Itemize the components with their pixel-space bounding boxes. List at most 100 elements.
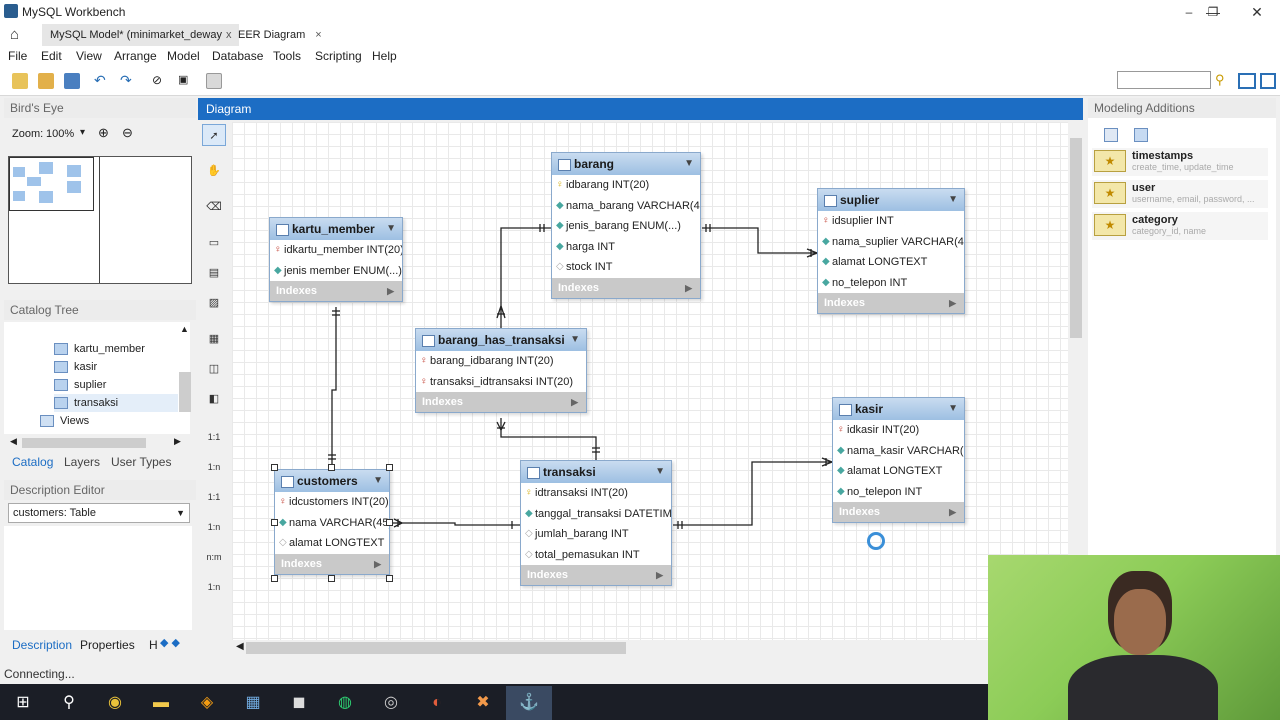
collapse-arrow-icon[interactable]: ▼ [655,461,665,483]
intellij-icon[interactable]: ◼ [276,686,322,720]
resize-handle[interactable] [271,464,278,471]
column-row[interactable]: ◆ no_telepon INT [833,482,964,503]
column-row[interactable]: ♀ barang_idbarang INT(20) [416,351,586,372]
column-row[interactable]: ♀ idsuplier INT [818,211,964,232]
collapse-arrow-icon[interactable]: ▼ [948,398,958,420]
column-row[interactable]: ◇ stock INT [552,257,700,278]
column-row[interactable]: ◇ alamat LONGTEXT [275,533,389,554]
mysql-workbench-taskbar-icon[interactable]: ⚓ [506,686,552,720]
er-table-kasir[interactable]: kasir ▼ ♀ idkasir INT(20) ◆ nama_kasir VARC… [832,397,965,523]
resize-handle[interactable] [271,519,278,526]
table-header[interactable]: kasir ▼ [833,398,964,420]
not-null-icon: ◆ [822,276,830,288]
collapse-arrow-icon[interactable]: ▼ [570,329,580,351]
table-header[interactable]: customers ▼ [275,470,389,492]
expand-arrow-icon[interactable]: ▶ [387,281,394,301]
collapse-arrow-icon[interactable]: ▼ [948,189,958,211]
column-label: nama VARCHAR(45) [289,516,389,529]
app-icon[interactable]: ▦ [230,686,276,720]
resize-handle[interactable] [386,464,393,471]
er-table-transaksi[interactable]: transaksi ▼ ♀ idtransaksi INT(20) ◆ tanggal… [520,460,672,586]
indexes-section[interactable]: Indexes ▶ [818,293,964,313]
nullable-icon: ◇ [556,261,564,272]
table-header[interactable]: suplier ▼ [818,189,964,211]
table-header[interactable]: barang ▼ [552,153,700,175]
search-icon[interactable]: ⚲ [46,686,92,720]
column-label: no_telepon INT [832,276,908,289]
column-label: no_telepon INT [847,485,923,498]
obs-icon[interactable]: ◎ [368,686,414,720]
primary-key-icon: ♀ [279,496,287,507]
collapse-arrow-icon[interactable]: ▼ [684,153,694,175]
column-row[interactable]: ♀ idcustomers INT(20) [275,492,389,513]
expand-arrow-icon[interactable]: ▶ [571,392,578,412]
snippet-folder-icon[interactable] [1134,128,1148,142]
column-row[interactable]: ♀ idkartu_member INT(20) [270,240,402,261]
resize-handle[interactable] [271,575,278,582]
column-row[interactable]: ◆ jenis_barang ENUM(...) [552,216,700,237]
vscroll-thumb[interactable] [1070,138,1082,338]
indexes-section[interactable]: Indexes ▶ [552,277,700,298]
column-row[interactable]: ◆ no_telepon INT [818,273,964,294]
indexes-section[interactable]: Indexes ▶ [833,502,964,522]
scroll-left-icon[interactable]: ◀ [236,641,244,652]
expand-arrow-icon[interactable]: ▶ [949,502,956,522]
column-row[interactable]: ◆ tanggal_transaksi DATETIME [521,504,671,525]
resize-handle[interactable] [386,519,393,526]
column-label: idbarang INT(20) [566,179,650,191]
column-row[interactable]: ◇ total_pemasukan INT [521,545,671,566]
er-table-barang-has-transaksi[interactable]: barang_has_transaksi ▼ ♀ barang_idbarang I… [415,328,587,413]
column-row[interactable]: ◆ alamat LONGTEXT [833,461,964,482]
er-table-suplier[interactable]: suplier ▼ ♀ idsuplier INT ◆ nama_suplier VA… [817,188,965,314]
column-label: tanggal_transaksi DATETIME [535,507,671,520]
collapse-arrow-icon[interactable]: ▼ [373,470,383,492]
table-name: customers [297,474,358,488]
column-label: idkasir INT(20) [847,424,920,436]
expand-arrow-icon[interactable]: ▶ [685,278,692,298]
xampp-icon[interactable]: ✖ [460,686,506,720]
hscroll-thumb[interactable] [246,642,626,654]
er-table-barang[interactable]: barang ▼ ♀ idbarang INT(20) ◆ nama_barang V… [551,152,701,299]
app-icon[interactable]: ◈ [184,686,230,720]
indexes-section[interactable]: Indexes ▶ [416,392,586,412]
column-row[interactable]: ◆ nama_kasir VARCHAR(... [833,441,964,462]
expand-arrow-icon[interactable]: ▶ [656,565,663,585]
resize-handle[interactable] [386,575,393,582]
column-row[interactable]: ♀ transaksi_idtransaksi INT(20) [416,372,586,393]
indexes-section[interactable]: Indexes ▶ [275,553,389,574]
er-table-kartu-member[interactable]: kartu_member ▼ ♀ idkartu_member INT(20) ◆ j… [269,217,403,302]
snippet-title: timestamps [1132,150,1194,162]
powerpoint-icon[interactable]: ◐ [414,686,460,720]
table-header[interactable]: kartu_member ▼ [270,218,402,240]
column-row[interactable]: ◆ jenis member ENUM(...) [270,261,402,282]
snippet-fields: category_id, name [1132,226,1207,236]
expand-arrow-icon[interactable]: ▶ [374,554,381,574]
expand-arrow-icon[interactable]: ▶ [949,293,956,313]
column-row[interactable]: ♀ idkasir INT(20) [833,420,964,441]
add-snippet-icon[interactable] [1104,128,1118,142]
resize-handle[interactable] [328,575,335,582]
resize-handle[interactable] [328,464,335,471]
indexes-label: Indexes [422,396,463,408]
table-name: suplier [840,193,880,207]
column-row[interactable]: ◇ jumlah_barang INT [521,524,671,545]
indexes-label: Indexes [281,557,322,570]
column-row[interactable]: ♀ idtransaksi INT(20) [521,483,671,504]
column-label: barang_idbarang INT(20) [430,355,554,367]
chrome-icon[interactable]: ◉ [92,686,138,720]
er-table-customers[interactable]: customers ▼ ♀ idcustomers INT(20) ◆ nama VA… [274,469,390,575]
column-row[interactable]: ◆ nama VARCHAR(45) [275,513,389,534]
app-icon[interactable]: ◍ [322,686,368,720]
column-row[interactable]: ♀ idbarang INT(20) [552,175,700,196]
indexes-section[interactable]: Indexes ▶ [521,565,671,585]
column-row[interactable]: ◆ nama_suplier VARCHAR(45) [818,232,964,253]
windows-start-icon[interactable]: ⊞ [0,686,46,720]
column-row[interactable]: ◆ nama_barang VARCHAR(45) [552,196,700,217]
table-header[interactable]: barang_has_transaksi ▼ [416,329,586,351]
collapse-arrow-icon[interactable]: ▼ [386,218,396,240]
column-row[interactable]: ◆ harga INT [552,237,700,258]
column-row[interactable]: ◆ alamat LONGTEXT [818,252,964,273]
file-explorer-icon[interactable]: ▬ [138,686,184,720]
indexes-section[interactable]: Indexes ▶ [270,281,402,301]
table-header[interactable]: transaksi ▼ [521,461,671,483]
